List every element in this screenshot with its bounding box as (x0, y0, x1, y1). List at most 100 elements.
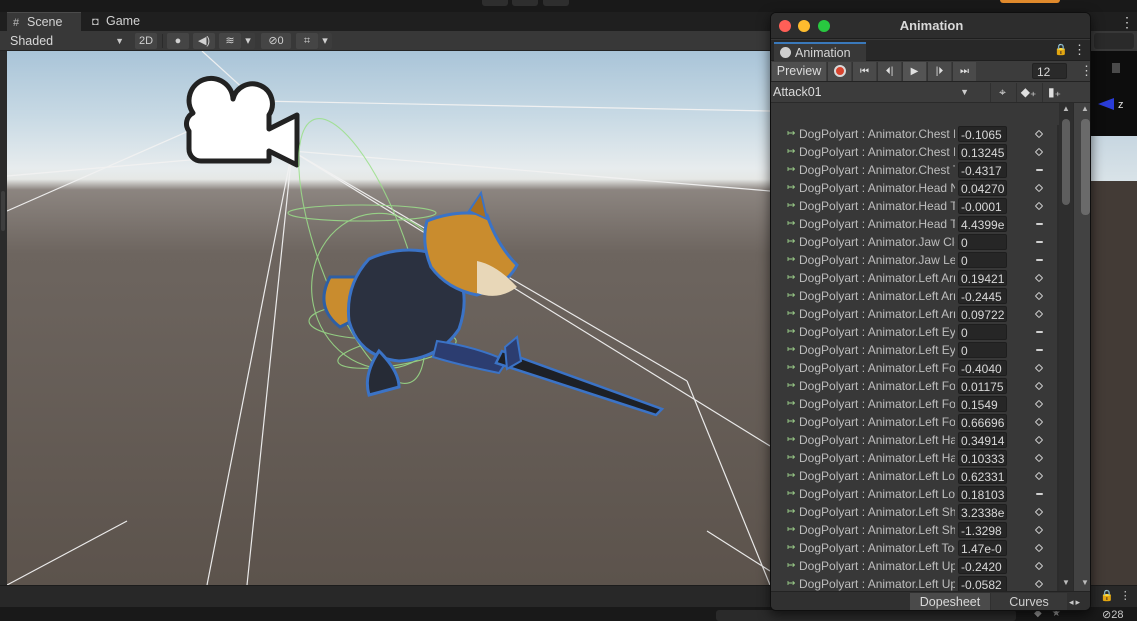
keyframe-toggle-icon[interactable] (1034, 183, 1044, 193)
search-field-stub[interactable] (1094, 33, 1134, 49)
property-value-field[interactable]: 0.62331 (958, 468, 1007, 484)
scene-viewport[interactable] (7, 51, 770, 585)
property-value-field[interactable]: 0.10333 (958, 450, 1007, 466)
keyframe-toggle-icon[interactable] (1034, 507, 1044, 517)
last-key-button[interactable]: ⏭ (952, 62, 976, 81)
horizontal-scroll-arrows[interactable]: ◂▸ (1069, 597, 1082, 608)
scene-visibility-button[interactable]: ⊘0 (261, 33, 291, 49)
next-key-button[interactable]: |⏵ (927, 62, 951, 81)
property-value-field[interactable]: 0 (958, 234, 1007, 250)
keyframe-toggle-icon[interactable] (1034, 471, 1044, 481)
property-row[interactable]: ↦DogPolyart : Animator.Chest Twist Left-… (771, 161, 1059, 179)
property-value-field[interactable]: 0.19421 (958, 270, 1007, 286)
property-value-field[interactable]: 0.66696 (958, 414, 1007, 430)
property-row[interactable]: ↦DogPolyart : Animator.Left Arm Front-Ba… (771, 287, 1059, 305)
keyframe-toggle-icon[interactable] (1034, 417, 1044, 427)
dog-character-model[interactable] (322, 190, 665, 417)
keyframe-toggle-icon[interactable] (1034, 381, 1044, 391)
property-value-field[interactable]: 0 (958, 342, 1007, 358)
keyframe-toggle-icon[interactable] (1034, 363, 1044, 373)
keyframe-toggle-icon[interactable] (1036, 169, 1043, 171)
keyframe-toggle-icon[interactable] (1034, 291, 1044, 301)
keyframe-toggle-icon[interactable] (1036, 349, 1043, 351)
scroll-up-icon[interactable]: ▲ (1081, 104, 1089, 113)
frame-field[interactable]: 12 (1032, 63, 1067, 79)
keyframe-toggle-icon[interactable] (1036, 241, 1043, 243)
keyframe-toggle-icon[interactable] (1036, 493, 1043, 495)
property-row[interactable]: ↦DogPolyart : Animator.Left Shoulder Dow… (771, 503, 1059, 521)
property-row[interactable]: ↦DogPolyart : Animator.Head Nod Down-Up0… (771, 179, 1059, 197)
property-value-field[interactable]: 4.4399e (958, 216, 1007, 232)
keyframe-toggle-icon[interactable] (1034, 147, 1044, 157)
property-row[interactable]: ↦DogPolyart : Animator.Left Hand Down-Up… (771, 431, 1059, 449)
tab-animation[interactable]: Animation (774, 42, 866, 61)
scroll-up-icon[interactable]: ▲ (1062, 104, 1070, 113)
keyframe-toggle-icon[interactable] (1034, 525, 1044, 535)
shading-mode-dropdown[interactable]: Shaded ▼ (4, 33, 128, 49)
property-value-field[interactable]: 0.04270 (958, 180, 1007, 196)
property-value-field[interactable]: 0.01175 (958, 378, 1007, 394)
filter-selection-button[interactable]: ⌖ (990, 83, 1014, 102)
property-row[interactable]: ↦DogPolyart : Animator.Left Foot Twist I… (771, 359, 1059, 377)
property-row[interactable]: ↦DogPolyart : Animator.Left Eye In-Out0 (771, 341, 1059, 359)
keyframe-toggle-icon[interactable] (1034, 201, 1044, 211)
effects-dropdown-chevron-icon[interactable]: ▾ (241, 33, 255, 49)
property-row[interactable]: ↦DogPolyart : Animator.Chest Left-Right0… (771, 143, 1059, 161)
toolbar-pause-button-stub[interactable] (512, 0, 538, 6)
property-row[interactable]: ↦DogPolyart : Animator.Head Tilt Left-Ri… (771, 197, 1059, 215)
property-value-field[interactable]: 0.18103 (958, 486, 1007, 502)
property-value-field[interactable]: -0.2445 (958, 288, 1007, 304)
property-row[interactable]: ↦DogPolyart : Animator.Left Lower Leg Tw… (771, 485, 1059, 503)
grid-dropdown-chevron-icon[interactable]: ▾ (318, 33, 332, 49)
property-value-field[interactable]: -0.4040 (958, 360, 1007, 376)
toolbar-step-button-stub[interactable] (543, 0, 569, 6)
toggle-2d-button[interactable]: 2D (135, 33, 157, 49)
prev-key-button[interactable]: ⏴| (877, 62, 901, 81)
property-row[interactable]: ↦DogPolyart : Animator.Left Shoulder Fro… (771, 521, 1059, 539)
more-options-icon[interactable]: ⋮ (1080, 63, 1090, 79)
lighting-toggle-icon[interactable]: ● (167, 33, 189, 49)
effects-toggle-icon[interactable]: ≋ (219, 33, 241, 49)
property-value-field[interactable]: 0.1549 (958, 396, 1007, 412)
keyframe-toggle-icon[interactable] (1034, 399, 1044, 409)
property-row[interactable]: ↦DogPolyart : Animator.Chest Front-Back-… (771, 125, 1059, 143)
property-value-field[interactable]: 0.09722 (958, 306, 1007, 322)
audio-toggle-icon[interactable]: ◀) (193, 33, 215, 49)
property-value-field[interactable]: -0.0001 (958, 198, 1007, 214)
keyframe-toggle-icon[interactable] (1034, 543, 1044, 553)
keyframe-toggle-icon[interactable] (1034, 561, 1044, 571)
keyframe-toggle-icon[interactable] (1034, 129, 1044, 139)
keyframe-toggle-icon[interactable] (1034, 453, 1044, 463)
keyframe-toggle-icon[interactable] (1034, 309, 1044, 319)
more-options-icon[interactable]: ⋮ (1120, 590, 1137, 602)
property-value-field[interactable]: -1.3298 (958, 522, 1007, 538)
property-row[interactable]: ↦DogPolyart : Animator.Left Eye Down-Up0 (771, 323, 1059, 341)
keyframe-toggle-icon[interactable] (1034, 273, 1044, 283)
property-value-field[interactable]: 0 (958, 252, 1007, 268)
play-button[interactable]: ▶ (902, 62, 926, 81)
keyframe-toggle-icon[interactable] (1034, 579, 1044, 589)
preview-button[interactable]: Preview (772, 62, 826, 81)
property-value-field[interactable]: 1.47e-0 (958, 540, 1007, 556)
keyframe-toggle-icon[interactable] (1036, 331, 1043, 333)
tab-game[interactable]: ◘ Game (86, 12, 156, 31)
property-row[interactable]: ↦DogPolyart : Animator.Left Foot Up-Down… (771, 377, 1059, 395)
record-button[interactable] (827, 62, 851, 81)
orientation-gizmo[interactable]: z (1090, 51, 1137, 136)
property-row[interactable]: ↦DogPolyart : Animator.Head Turn Left-Ri… (771, 215, 1059, 233)
keyframe-toggle-icon[interactable] (1034, 435, 1044, 445)
more-options-icon[interactable]: ⋮ (1073, 42, 1086, 58)
scroll-down-icon[interactable]: ▼ (1062, 578, 1070, 587)
property-row[interactable]: ↦DogPolyart : Animator.Left Lower Leg St… (771, 467, 1059, 485)
property-value-field[interactable]: 0.34914 (958, 432, 1007, 448)
property-row[interactable]: ↦DogPolyart : Animator.Left Upper Leg Fr… (771, 557, 1059, 575)
lock-icon[interactable]: 🔒 (1054, 43, 1068, 56)
console-search-field[interactable] (716, 610, 1016, 621)
first-key-button[interactable]: ⏮ (852, 62, 876, 81)
tab-scene[interactable]: # Scene (7, 12, 81, 31)
add-event-button[interactable]: ▮₊ (1042, 83, 1066, 102)
property-value-field[interactable]: -0.1065 (958, 126, 1007, 142)
property-row[interactable]: ↦DogPolyart : Animator.Left Forearm Stre… (771, 395, 1059, 413)
property-row[interactable]: ↦DogPolyart : Animator.Left Hand In-Out0… (771, 449, 1059, 467)
tab-dopesheet[interactable]: Dopesheet (910, 593, 990, 610)
